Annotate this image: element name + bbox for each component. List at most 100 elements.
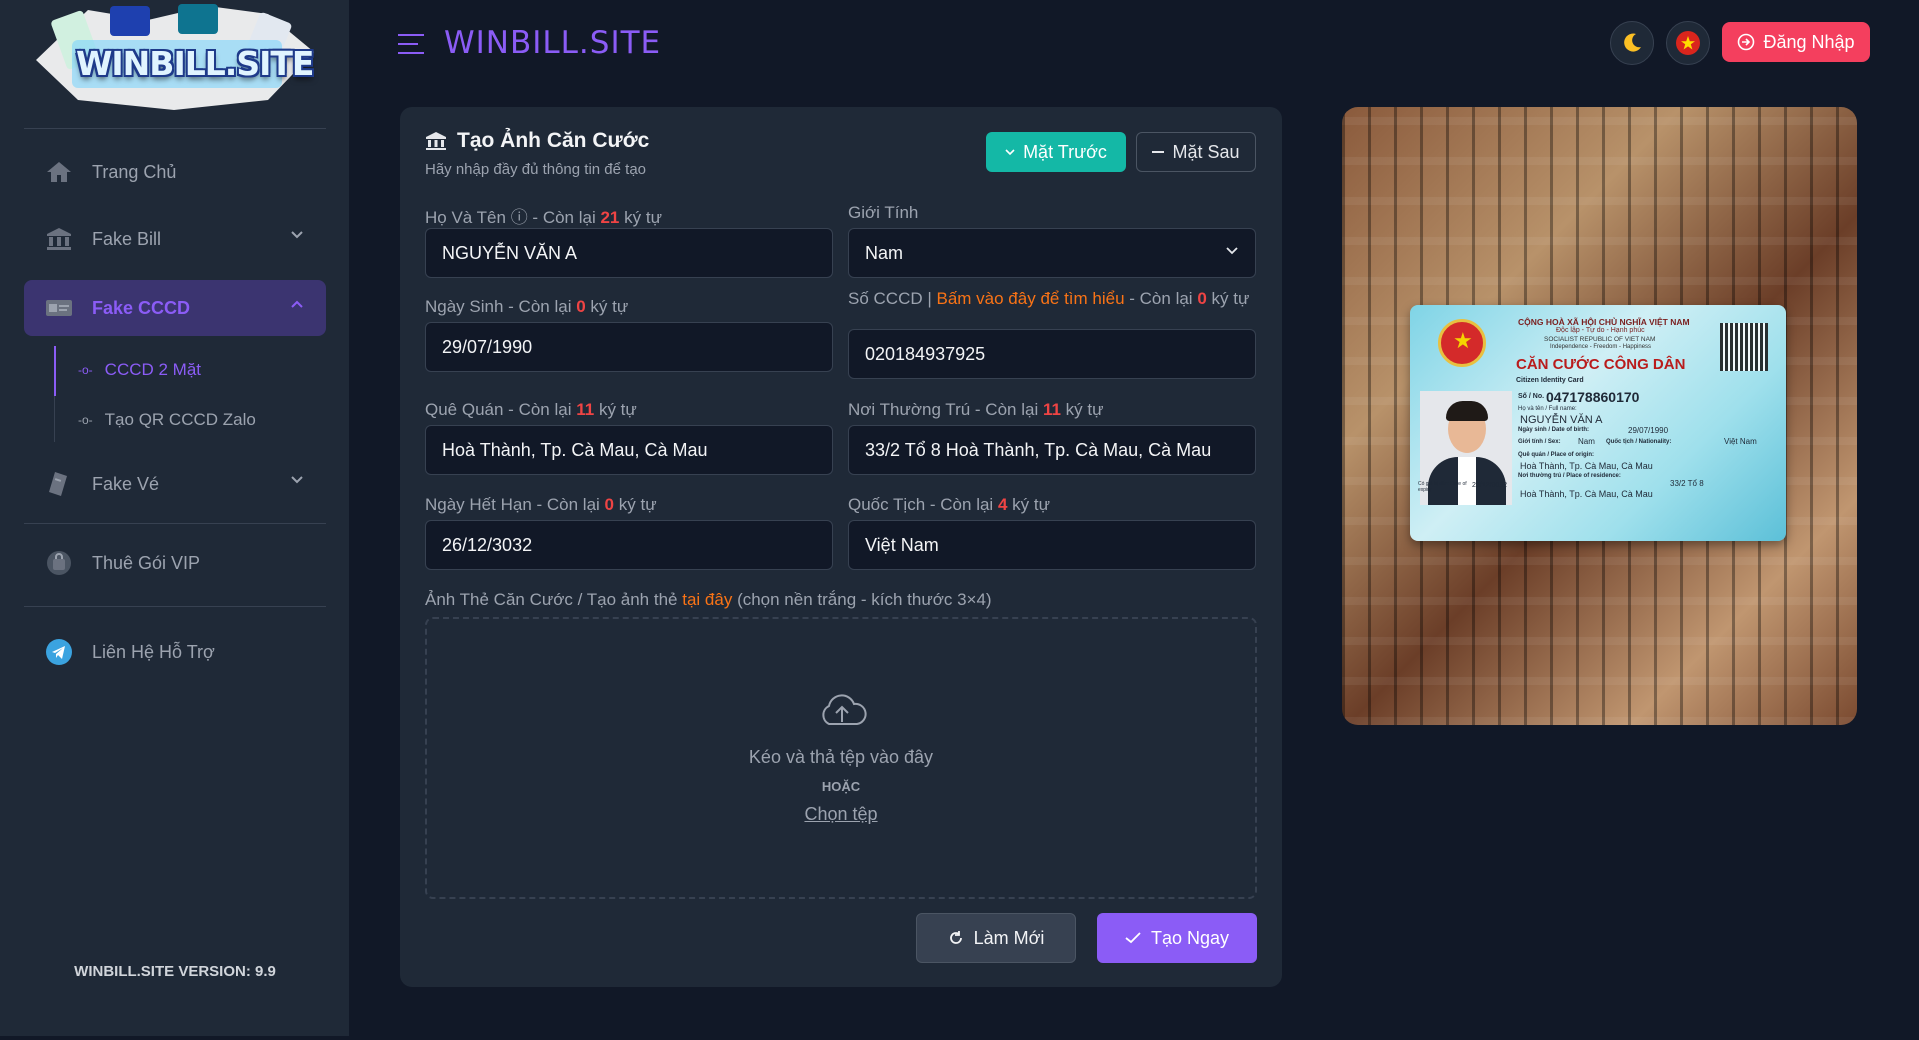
create-button[interactable]: Tạo Ngay <box>1097 913 1257 963</box>
brand-title: WINBILL.SITE <box>444 25 662 61</box>
card-title-text: Tạo Ảnh Căn Cước <box>457 129 650 152</box>
sidebar-subitem-label: Tạo QR CCCD Zalo <box>104 410 256 429</box>
cccd-form-card: Tạo Ảnh Căn Cước Hãy nhập đầy đủ thông t… <box>400 107 1282 987</box>
sidebar-item-vip[interactable]: Thuê Gói VIP <box>24 535 326 591</box>
bank-icon <box>44 224 74 254</box>
home-icon <box>44 157 74 187</box>
minus-icon <box>1152 151 1165 153</box>
chevron-up-icon <box>291 300 303 308</box>
theme-toggle-button[interactable] <box>1610 21 1654 65</box>
sidebar-item-fake-bill[interactable]: Fake Bill <box>24 211 326 267</box>
sidebar-divider <box>24 128 326 129</box>
full-name-input[interactable]: NGUYỄN VĂN A <box>425 228 833 278</box>
choose-file-wrap: Chọn tệp <box>427 804 1255 825</box>
create-photo-link[interactable]: tại đây <box>682 590 732 609</box>
card-nat: Việt Nam <box>1724 437 1757 446</box>
card-line-3: SOCIALIST REPUBLIC OF VIET NAM <box>1544 336 1656 343</box>
check-icon <box>1125 932 1141 944</box>
sidebar-item-label: Fake Bill <box>92 228 162 249</box>
national-emblem-icon <box>1438 319 1486 367</box>
card-name-label: Họ và tên / Full name: <box>1518 406 1577 412</box>
hometown-input[interactable]: Hoà Thành, Tp. Cà Mau, Cà Mau <box>425 425 833 475</box>
back-side-button[interactable]: Mặt Sau <box>1136 132 1256 172</box>
sidebar-subitem-cccd-2-mat[interactable]: -o- CCCD 2 Mặt <box>78 360 201 380</box>
dob-label: Ngày Sinh - Còn lại 0 ký tự <box>425 297 629 316</box>
card-dob: 29/07/1990 <box>1628 426 1669 435</box>
card-number-label: Số / No. <box>1518 393 1545 400</box>
sidebar: WINBILL.SITE Trang Chủ Fake Bill Fake CC… <box>0 0 350 1040</box>
card-subtitle: Hãy nhập đầy đủ thông tin để tạo <box>425 161 647 178</box>
expiry-input[interactable]: 26/12/3032 <box>425 520 833 570</box>
gender-select[interactable]: Nam <box>848 228 1256 278</box>
id-number-label: Số CCCD | Bấm vào đây để tìm hiểu - Còn … <box>848 289 1250 308</box>
card-exp: 26/12/3032 <box>1472 482 1508 489</box>
card-exp-label: Có giá trị đến: Date of expiry <box>1418 481 1467 493</box>
card-sex: Nam <box>1578 437 1595 446</box>
photo-label: Ảnh Thẻ Căn Cước / Tạo ảnh thẻ tại đây (… <box>425 590 992 609</box>
dob-input[interactable]: 29/07/1990 <box>425 322 833 372</box>
id-number-input[interactable]: 020184937925 <box>848 329 1256 379</box>
login-button[interactable]: Đăng Nhập <box>1722 22 1870 62</box>
card-dob-label: Ngày sinh / Date of birth: <box>1518 427 1590 433</box>
card-res-label: Nơi thường trú / Place of residence: <box>1518 473 1621 479</box>
card-subtitle: Citizen Identity Card <box>1516 377 1584 384</box>
dropzone-text: Kéo và thả tệp vào đây <box>748 747 934 767</box>
photo-dropzone[interactable]: Kéo và thả tệp vào đây HOẶC Chọn tệp <box>425 617 1257 899</box>
sidebar-subitem-label: CCCD 2 Mặt <box>104 360 202 379</box>
logo[interactable]: WINBILL.SITE <box>28 0 320 116</box>
card-line-1: CỘNG HOÀ XÃ HỘI CHỦ NGHĨA VIỆT NAM <box>1518 317 1690 327</box>
card-line-2: Độc lập - Tự do - Hạnh phúc <box>1556 327 1645 334</box>
sidebar-item-fake-ve[interactable]: Fake Vé <box>24 456 326 512</box>
card-icon <box>44 293 74 323</box>
id-card-preview: CỘNG HOÀ XÃ HỘI CHỦ NGHĨA VIỆT NAM Độc l… <box>1410 305 1786 541</box>
card-res-1: 33/2 Tổ 8 <box>1670 479 1704 488</box>
chevron-down-icon <box>291 476 303 484</box>
residence-input[interactable]: 33/2 Tổ 8 Hoà Thành, Tp. Cà Mau, Cà Mau <box>848 425 1256 475</box>
card-number: 047178860170 <box>1546 389 1640 405</box>
cccd-preview-image: CỘNG HOÀ XÃ HỘI CHỦ NGHĨA VIỆT NAM Độc l… <box>1342 107 1857 725</box>
card-sex-label: Giới tính / Sex: <box>1518 439 1561 445</box>
refresh-icon <box>949 931 962 944</box>
submenu-line <box>54 396 55 442</box>
card-origin: Hoà Thành, Tp. Cà Mau, Cà Mau <box>1520 461 1653 471</box>
chevron-down-icon <box>1226 247 1238 255</box>
sidebar-item-label: Fake Vé <box>92 473 160 494</box>
card-title: Tạo Ảnh Căn Cước <box>425 129 649 153</box>
sidebar-item-home[interactable]: Trang Chủ <box>24 144 326 200</box>
card-origin-label: Quê quán / Place of origin: <box>1518 452 1595 458</box>
sidebar-item-support[interactable]: Liên Hệ Hỗ Trợ <box>24 624 326 680</box>
chevron-down-icon <box>1005 149 1015 156</box>
qr-code-icon <box>1720 323 1768 371</box>
sidebar-item-fake-cccd[interactable]: Fake CCCD <box>24 280 326 336</box>
reset-button[interactable]: Làm Mới <box>916 913 1076 963</box>
sidebar-subitem-qr-cccd-zalo[interactable]: -o- Tạo QR CCCD Zalo <box>78 410 256 430</box>
gender-label: Giới Tính <box>848 203 919 222</box>
nationality-input[interactable]: Việt Nam <box>848 520 1256 570</box>
bag-icon <box>44 548 74 578</box>
reset-label: Làm Mới <box>973 927 1045 948</box>
language-button[interactable] <box>1666 21 1710 65</box>
card-res-2: Hoà Thành, Tp. Cà Mau, Cà Mau <box>1520 489 1653 499</box>
help-icon[interactable]: ⓘ <box>511 208 528 227</box>
create-label: Tạo Ngay <box>1150 927 1230 948</box>
gender-value: Nam <box>865 242 904 263</box>
residence-label: Nơi Thường Trú - Còn lại 11 ký tự <box>848 400 1104 419</box>
id-number-help-link[interactable]: Bấm vào đây để tìm hiểu <box>937 289 1125 308</box>
bullet-icon: -o- <box>78 363 93 377</box>
dropzone-or: HOẶC <box>821 779 861 794</box>
version-text: WINBILL.SITE VERSION: 9.9 <box>74 963 276 980</box>
hometown-label: Quê Quán - Còn lại 11 ký tự <box>425 400 637 419</box>
sidebar-item-label: Thuê Gói VIP <box>92 552 201 573</box>
sidebar-item-label: Trang Chủ <box>92 161 177 182</box>
menu-toggle-icon[interactable] <box>398 34 424 61</box>
sidebar-divider <box>24 523 326 524</box>
cloud-upload-icon <box>822 694 867 725</box>
choose-file-link[interactable]: Chọn tệp <box>804 804 877 824</box>
front-side-label: Mặt Trước <box>1023 141 1107 162</box>
nationality-label: Quốc Tịch - Còn lại 4 ký tự <box>848 495 1050 514</box>
bank-icon <box>426 132 446 150</box>
sidebar-divider <box>24 606 326 607</box>
card-name: NGUYỄN VĂN A <box>1520 414 1603 426</box>
front-side-button[interactable]: Mặt Trước <box>986 132 1126 172</box>
login-label: Đăng Nhập <box>1763 31 1855 52</box>
